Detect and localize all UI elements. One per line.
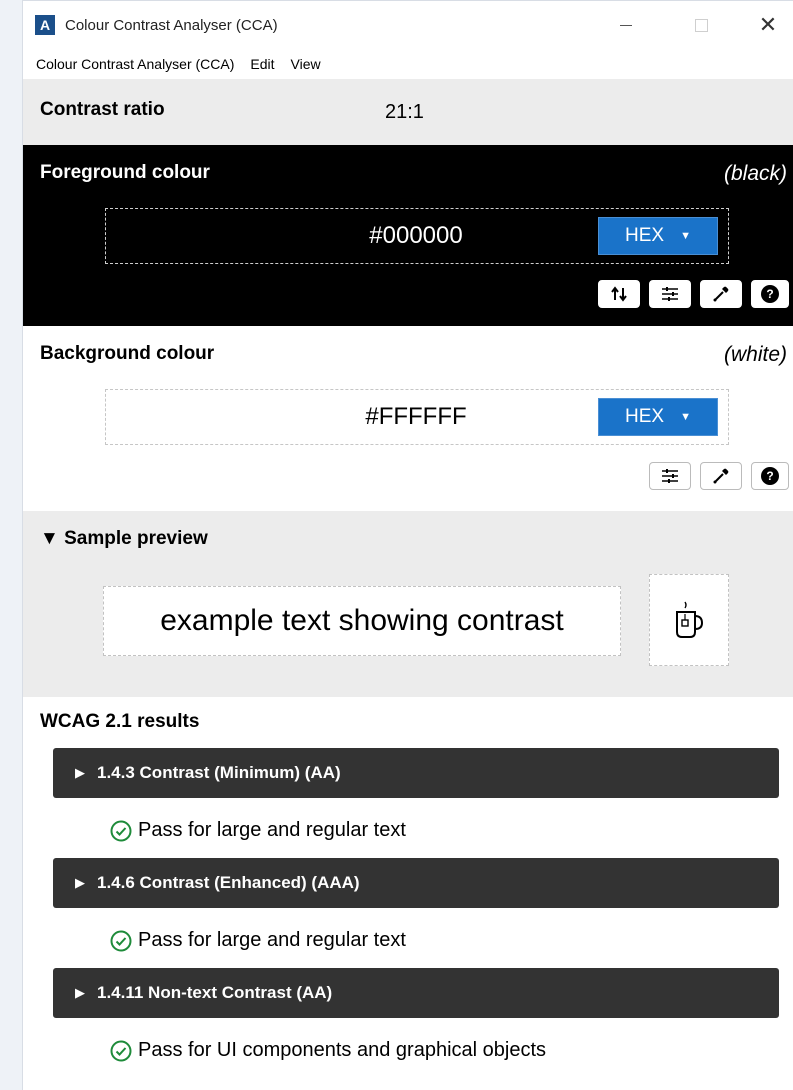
result-criterion: 1.4.6 Contrast (Enhanced) (AAA) (97, 873, 360, 892)
swap-icon (611, 286, 627, 302)
result-criterion: 1.4.3 Contrast (Minimum) (AA) (97, 763, 341, 782)
contrast-ratio-label: Contrast ratio (40, 99, 165, 120)
title-bar: A Colour Contrast Analyser (CCA) ✕ (23, 1, 793, 49)
app-window: A Colour Contrast Analyser (CCA) ✕ Colou… (22, 0, 793, 1090)
background-colour-field: HEX ▼ (105, 389, 729, 445)
foreground-colour-name: (black) (723, 162, 787, 185)
foreground-format-select[interactable]: HEX ▼ (598, 217, 718, 255)
menu-view[interactable]: View (291, 56, 321, 72)
swap-colours-button[interactable] (598, 280, 640, 308)
minimize-button[interactable] (603, 1, 649, 49)
foreground-section: Foreground colour (black) HEX ▼ (23, 145, 793, 326)
sample-text: example text showing contrast (160, 604, 564, 637)
menu-bar: Colour Contrast Analyser (CCA) Edit View (23, 49, 793, 79)
check-circle-icon (110, 820, 132, 841)
result-1-4-11-status: Pass for UI components and graphical obj… (110, 1039, 546, 1062)
eyedropper-icon (713, 468, 729, 484)
sliders-icon (662, 287, 678, 301)
window-title: Colour Contrast Analyser (CCA) (65, 16, 278, 34)
sample-preview-toggle[interactable]: ▼ Sample preview (40, 528, 208, 550)
expand-triangle-icon: ▶ (75, 985, 85, 1000)
contrast-ratio-value: 21:1 (385, 101, 424, 123)
background-sliders-button[interactable] (649, 462, 691, 490)
sample-preview-section: ▼ Sample preview example text showing co… (23, 511, 793, 697)
sample-preview-title: Sample preview (64, 528, 208, 549)
foreground-tools: ? (598, 280, 789, 308)
foreground-sliders-button[interactable] (649, 280, 691, 308)
background-colour-name: (white) (723, 343, 787, 366)
contrast-ratio-section: Contrast ratio 21:1 (23, 79, 793, 145)
background-format-select[interactable]: HEX ▼ (598, 398, 718, 436)
background-format-label: HEX (625, 406, 665, 427)
sample-text-preview: example text showing contrast (103, 586, 621, 656)
result-1-4-6-status: Pass for large and regular text (110, 929, 406, 952)
close-button[interactable]: ✕ (745, 1, 791, 49)
expand-triangle-icon: ▶ (75, 765, 85, 780)
expand-triangle-icon: ▶ (75, 875, 85, 890)
foreground-eyedropper-button[interactable] (700, 280, 742, 308)
result-criterion: 1.4.11 Non-text Contrast (AA) (97, 983, 333, 1002)
result-1-4-3-status: Pass for large and regular text (110, 819, 406, 842)
result-1-4-11-header[interactable]: ▶ 1.4.11 Non-text Contrast (AA) (53, 968, 779, 1018)
help-icon: ? (761, 285, 779, 303)
sliders-icon (662, 469, 678, 483)
result-status-text: Pass for large and regular text (138, 819, 406, 841)
result-1-4-6-header[interactable]: ▶ 1.4.6 Contrast (Enhanced) (AAA) (53, 858, 779, 908)
foreground-format-label: HEX (625, 225, 665, 246)
background-tools: ? (649, 462, 789, 490)
result-1-4-3-header[interactable]: ▶ 1.4.3 Contrast (Minimum) (AA) (53, 748, 779, 798)
check-circle-icon (110, 1040, 132, 1061)
foreground-help-button[interactable]: ? (751, 280, 789, 308)
menu-app[interactable]: Colour Contrast Analyser (CCA) (36, 56, 234, 72)
result-status-text: Pass for UI components and graphical obj… (138, 1039, 546, 1061)
foreground-colour-field: HEX ▼ (105, 208, 729, 264)
minimize-icon (620, 24, 632, 26)
background-eyedropper-button[interactable] (700, 462, 742, 490)
foreground-title: Foreground colour (40, 162, 210, 183)
eyedropper-icon (713, 286, 729, 302)
help-icon: ? (761, 467, 779, 485)
result-status-text: Pass for large and regular text (138, 929, 406, 951)
app-logo-icon: A (35, 15, 55, 35)
background-help-button[interactable]: ? (751, 462, 789, 490)
sample-icon-preview (649, 574, 729, 666)
background-hex-input[interactable] (106, 402, 598, 432)
coffee-cup-icon (676, 601, 704, 638)
foreground-hex-input[interactable] (106, 221, 598, 251)
wcag-results-title: WCAG 2.1 results (40, 711, 200, 732)
menu-edit[interactable]: Edit (250, 56, 274, 72)
chevron-down-icon: ▼ (680, 230, 691, 242)
maximize-button[interactable] (678, 1, 724, 49)
background-title: Background colour (40, 343, 215, 364)
background-section: Background colour (white) HEX ▼ (23, 326, 793, 511)
check-circle-icon (110, 930, 132, 951)
collapse-triangle-icon: ▼ (40, 528, 59, 549)
desktop-edge (0, 0, 22, 1090)
wcag-results-section: WCAG 2.1 results ▶ 1.4.3 Contrast (Minim… (23, 697, 793, 1090)
chevron-down-icon: ▼ (680, 411, 691, 423)
maximize-icon (694, 18, 708, 32)
